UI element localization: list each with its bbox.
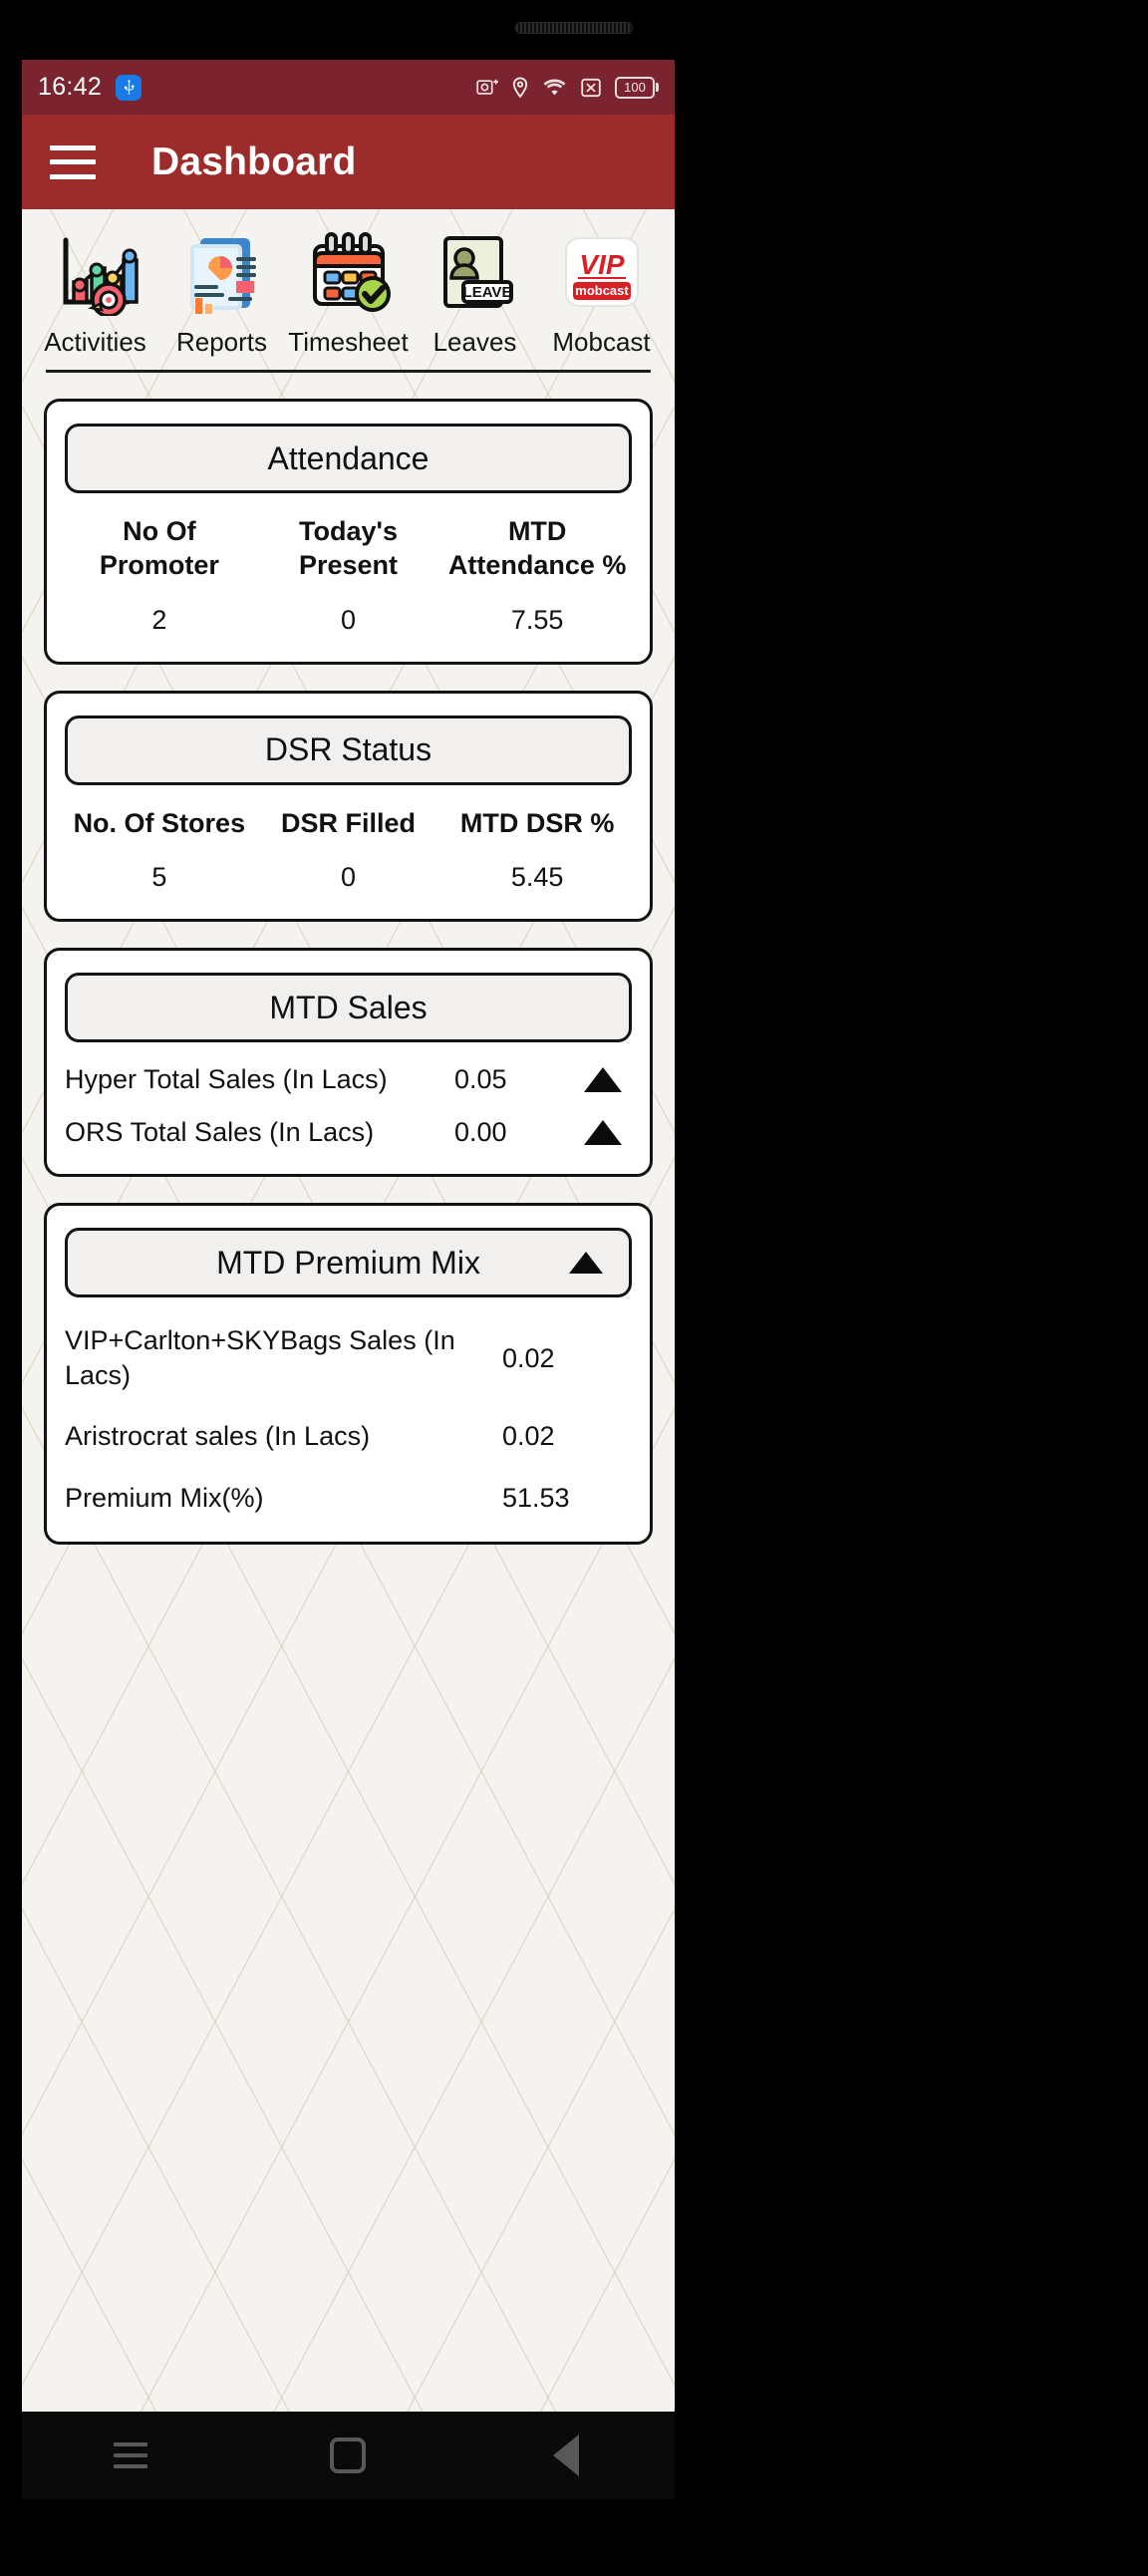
wifi-icon (542, 78, 567, 97)
row-value: 0.00 (454, 1117, 507, 1148)
stat-label: DSR Filled (281, 807, 417, 838)
leave-badge-text: LEAVE (462, 284, 511, 301)
page-title: Dashboard (151, 140, 357, 183)
row-label: VIP+Carlton+SKYBags Sales (In Lacs) (65, 1325, 455, 1391)
dsr-status-card-header[interactable]: DSR Status (65, 715, 632, 785)
stat-value: 7.55 (510, 604, 564, 635)
report-document-icon (175, 227, 269, 319)
stat-column: No Of Promoter 2 (65, 515, 254, 636)
card-title: DSR Status (264, 731, 432, 767)
status-bar: 16:42 100 (22, 60, 675, 115)
mtd-sales-row: Hyper Total Sales (In Lacs) 0.05 (65, 1064, 632, 1095)
row-label: Hyper Total Sales (In Lacs) (65, 1064, 388, 1095)
no-sim-icon (580, 77, 602, 99)
row-value: 0.05 (454, 1064, 507, 1095)
status-bar-left: 16:42 (38, 73, 143, 102)
premium-mix-row: Premium Mix(%) 51.53 (65, 1481, 632, 1516)
hamburger-menu-icon[interactable] (50, 144, 96, 179)
dsr-status-stats: No. Of Stores 5 DSR Filled 0 MTD DSR % 5… (65, 807, 632, 894)
attendance-card: Attendance No Of Promoter 2 Today's Pres… (44, 399, 653, 665)
device-bottom-bezel (0, 2499, 1148, 2576)
row-value: 51.53 (502, 1482, 570, 1513)
mtd-sales-row: ORS Total Sales (In Lacs) 0.00 (65, 1117, 632, 1148)
stat-column: DSR Filled 0 (254, 807, 443, 894)
back-icon[interactable] (457, 2434, 675, 2476)
stat-label: MTD DSR % (459, 807, 615, 838)
card-title: MTD Sales (269, 989, 428, 1025)
dashboard-content: Activities Reports Timesheet LEAVE Leave… (22, 209, 675, 2412)
quick-action-reports[interactable]: Reports (158, 227, 285, 358)
recents-icon[interactable] (22, 2442, 239, 2468)
stat-column: MTD Attendance % 7.55 (442, 515, 632, 636)
up-triangle-icon (574, 1120, 632, 1146)
card-title: Attendance (267, 439, 430, 476)
up-triangle-icon[interactable] (569, 1252, 603, 1275)
stat-column: Today's Present 0 (254, 515, 443, 636)
quick-action-activities[interactable]: Activities (32, 227, 158, 358)
quick-action-label: Mobcast (552, 327, 651, 357)
stat-label: No. Of Stores (73, 807, 246, 838)
stat-label: Today's Present (298, 516, 399, 580)
card-title: MTD Premium Mix (216, 1244, 480, 1281)
section-divider (46, 370, 651, 373)
home-icon[interactable] (239, 2437, 456, 2473)
leave-badge-icon: LEAVE (429, 227, 522, 319)
row-label: Aristrocrat sales (In Lacs) (65, 1421, 371, 1452)
android-navigation-bar (22, 2412, 675, 2499)
stat-column: No. Of Stores 5 (65, 807, 254, 894)
premium-mix-row: VIP+Carlton+SKYBags Sales (In Lacs) 0.02 (65, 1323, 632, 1393)
quick-action-row: Activities Reports Timesheet LEAVE Leave… (22, 209, 675, 358)
row-value: 0.02 (502, 1342, 555, 1373)
stat-value: 5.45 (510, 862, 564, 893)
stat-label: No Of Promoter (99, 516, 219, 580)
quick-action-timesheet[interactable]: Timesheet (285, 227, 412, 358)
mtd-sales-card: MTD Sales Hyper Total Sales (In Lacs) 0.… (44, 948, 653, 1178)
stat-column: MTD DSR % 5.45 (442, 807, 632, 894)
analytics-target-icon (49, 227, 143, 319)
row-label: ORS Total Sales (In Lacs) (65, 1117, 375, 1148)
mtd-premium-mix-card-header[interactable]: MTD Premium Mix (65, 1228, 632, 1298)
mtd-premium-mix-card: MTD Premium Mix VIP+Carlton+SKYBags Sale… (44, 1203, 653, 1545)
stat-value: 0 (340, 604, 357, 635)
row-label: Premium Mix(%) (65, 1482, 264, 1513)
up-triangle-icon (574, 1067, 632, 1093)
app-bar: Dashboard (22, 115, 675, 209)
battery-level-label: 100 (624, 80, 646, 95)
svg-text:VIP: VIP (579, 249, 624, 280)
mtd-sales-card-header[interactable]: MTD Sales (65, 973, 632, 1043)
stat-value: 2 (151, 604, 167, 635)
stat-label: MTD Attendance % (447, 516, 627, 580)
attendance-stats: No Of Promoter 2 Today's Present 0 MTD A… (65, 515, 632, 636)
usb-icon (116, 74, 143, 101)
quick-action-label: Leaves (432, 327, 517, 357)
quick-action-label: Activities (44, 327, 146, 357)
stat-value: 0 (340, 862, 357, 893)
phone-device: 16:42 100 Dashboard Activities Reports T… (0, 0, 1148, 2576)
dsr-status-card: DSR Status No. Of Stores 5 DSR Filled 0 … (44, 690, 653, 923)
vip-mobcast-logo-icon: VIP mobcast (555, 227, 649, 319)
device-top-bezel (0, 0, 1148, 60)
calendar-check-icon (302, 227, 396, 319)
location-icon (511, 76, 529, 99)
quick-action-mobcast[interactable]: VIP mobcast Mobcast (538, 227, 665, 358)
battery-indicator: 100 (615, 76, 659, 99)
attendance-card-header[interactable]: Attendance (65, 424, 632, 493)
quick-action-leaves[interactable]: LEAVE Leaves (412, 227, 538, 358)
row-value: 0.02 (502, 1421, 555, 1452)
premium-mix-row: Aristrocrat sales (In Lacs) 0.02 (65, 1419, 632, 1454)
quick-action-label: Reports (175, 327, 268, 357)
quick-action-label: Timesheet (288, 327, 409, 357)
stat-value: 5 (151, 862, 167, 893)
screenshot-icon (476, 78, 498, 98)
status-bar-right: 100 (476, 76, 659, 99)
earpiece-speaker (515, 22, 633, 34)
phone-screen: 16:42 100 Dashboard Activities Reports T… (22, 60, 675, 2412)
svg-text:mobcast: mobcast (575, 283, 629, 298)
status-bar-clock: 16:42 (38, 73, 103, 101)
